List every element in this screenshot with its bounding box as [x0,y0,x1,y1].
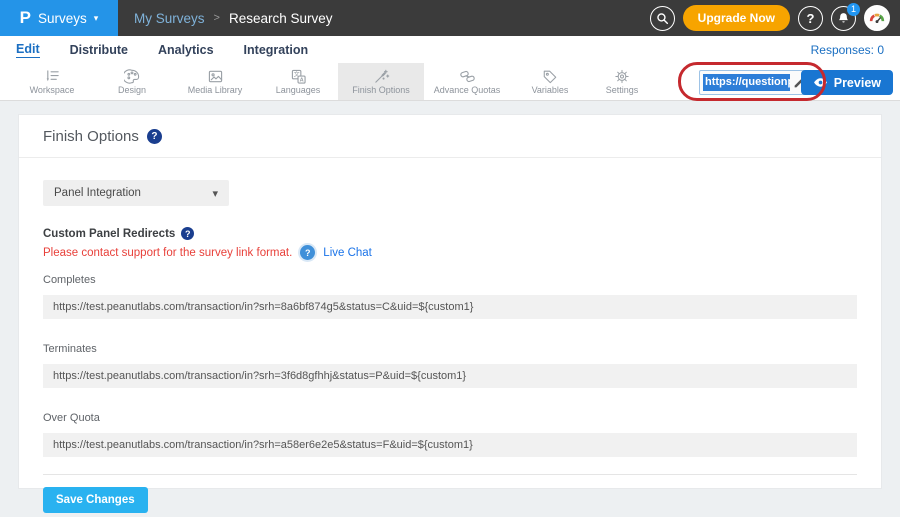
chain-link-icon [459,68,476,84]
notification-count-badge: 1 [847,3,860,16]
svg-text:A: A [299,77,303,83]
custom-panel-redirects-heading: Custom Panel Redirects [43,227,857,240]
top-header-bar: P Surveys ▾ My Surveys > Research Survey… [0,0,900,36]
search-button[interactable] [650,6,675,31]
survey-nav-bar: Edit Distribute Analytics Integration Re… [0,36,900,63]
questionpro-app: P Surveys ▾ My Surveys > Research Survey… [0,0,900,517]
finish-options-card: Finish Options Panel Integration Custom … [18,114,882,489]
toolbar-tab-media-library[interactable]: Media Library [172,63,258,100]
panel-integration-select[interactable]: Panel Integration [43,180,229,206]
toolbar-tab-label: Variables [532,85,569,95]
surveys-product-menu[interactable]: P Surveys ▾ [0,0,118,36]
nav-tab-analytics[interactable]: Analytics [158,42,214,58]
preview-button-label: Preview [834,76,881,90]
completes-label: Completes [43,274,857,286]
questionpro-logo: P [20,8,31,28]
breadcrumb-separator: > [214,12,220,24]
translate-icon: 文 A [290,68,307,84]
live-chat-link[interactable]: Live Chat [323,247,372,259]
breadcrumb-current-survey: Research Survey [229,11,333,26]
toolbar-tab-advance-quotas[interactable]: Advance Quotas [424,63,510,100]
account-gauge-avatar[interactable] [864,5,890,31]
over-quota-label: Over Quota [43,412,857,424]
card-body: Panel Integration Custom Panel Redirects… [19,158,881,513]
tag-icon [542,68,558,84]
survey-url-selected-text: https://questionpro.com/t/A [703,74,790,91]
over-quota-url-input[interactable] [43,433,857,457]
preview-button[interactable]: Preview [801,70,893,95]
edit-toolbar: Workspace Design Media Library [0,63,900,101]
toolbar-tab-label: Workspace [30,85,75,95]
completes-url-input[interactable] [43,295,857,319]
breadcrumb-my-surveys[interactable]: My Surveys [134,11,205,26]
terminates-label: Terminates [43,343,857,355]
save-changes-button[interactable]: Save Changes [43,487,148,513]
panel-integration-selected-value: Panel Integration [54,187,141,199]
gauge-icon [868,9,886,27]
toolbar-tab-label: Languages [276,85,321,95]
magic-wand-icon [373,68,390,84]
chevron-down-icon: ▾ [94,13,99,24]
page-title: Finish Options [43,128,139,145]
terminates-url-input[interactable] [43,364,857,388]
toolbar-tab-settings[interactable]: Settings [590,63,654,100]
gear-icon [614,68,630,84]
toolbar-tab-label: Settings [606,85,639,95]
toolbar-tab-label: Finish Options [352,85,410,95]
survey-url-input[interactable]: https://questionpro.com/t/A [699,70,812,95]
eye-icon [813,77,828,88]
upgrade-now-button[interactable]: Upgrade Now [683,5,790,31]
support-notice-row: Please contact support for the survey li… [43,245,857,260]
header-actions: Upgrade Now ? 1 [650,5,900,31]
search-icon [656,12,669,25]
support-notice-text: Please contact support for the survey li… [43,247,292,259]
help-button[interactable]: ? [798,6,823,31]
card-header: Finish Options [19,115,881,158]
product-menu-label: Surveys [38,11,87,26]
toolbar-tab-workspace[interactable]: Workspace [12,63,92,100]
question-mark-icon: ? [807,11,815,26]
toolbar-tab-languages[interactable]: 文 A Languages [258,63,338,100]
finish-options-help-icon[interactable] [147,129,162,144]
nav-tab-distribute[interactable]: Distribute [70,42,128,58]
chevron-down-icon [212,187,218,200]
custom-panel-redirects-help-icon[interactable] [181,227,194,240]
toolbar-tab-label: Design [118,85,146,95]
content-area: Finish Options Panel Integration Custom … [0,101,900,517]
notifications-button[interactable]: 1 [831,6,856,31]
live-chat-help-icon[interactable] [300,245,315,260]
image-icon [207,68,224,84]
toolbar-tab-label: Media Library [188,85,243,95]
workspace-list-icon [44,68,61,84]
form-divider [43,474,857,475]
nav-tab-integration[interactable]: Integration [244,42,309,58]
section-heading-label: Custom Panel Redirects [43,228,175,240]
palette-icon [124,68,140,84]
nav-tab-edit[interactable]: Edit [16,41,40,58]
breadcrumb: My Surveys > Research Survey [134,11,333,26]
toolbar-tab-variables[interactable]: Variables [510,63,590,100]
toolbar-tab-label: Advance Quotas [434,85,501,95]
toolbar-tab-finish-options[interactable]: Finish Options [338,63,424,100]
responses-count: Responses: 0 [811,43,884,57]
toolbar-tab-design[interactable]: Design [92,63,172,100]
